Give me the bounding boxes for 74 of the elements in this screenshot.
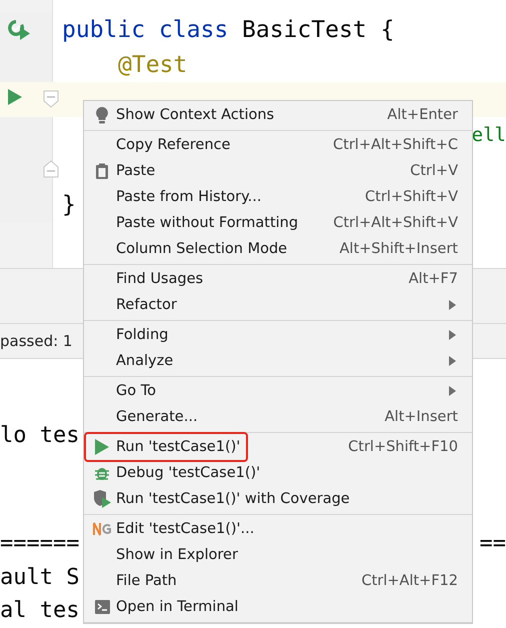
menu-label: Debug 'testCase1()': [116, 465, 260, 481]
clipboard-icon: [95, 162, 109, 180]
menu-item[interactable]: Paste without Formatting Ctrl+Alt+Shift+V: [84, 210, 472, 236]
code-text: public class: [62, 16, 230, 42]
menu-item[interactable]: Show Context Actions Alt+Enter: [84, 102, 472, 128]
status-text: passed: 1: [0, 332, 72, 350]
menu-label: Refactor: [116, 297, 177, 313]
code-text: }: [62, 192, 76, 218]
code-text: BasicTest {: [242, 16, 394, 42]
menu-item[interactable]: Run 'testCase1()' Ctrl+Shift+F10: [84, 434, 472, 460]
submenu-arrow-icon: [449, 300, 456, 310]
menu-label: Generate...: [116, 409, 198, 425]
console-text: ault S: [0, 564, 80, 592]
code-text: ell: [472, 124, 506, 146]
menu-label: Show Context Actions: [116, 107, 274, 123]
console-text: lo tes: [0, 422, 80, 450]
menu-label: Go To: [116, 383, 156, 399]
menu-label: Find Usages: [116, 271, 204, 287]
menu-label: Paste from History...: [116, 189, 262, 205]
run-icon[interactable]: [7, 88, 23, 106]
shortcut-text: Ctrl+V: [410, 163, 458, 179]
menu-item[interactable]: Go To: [84, 378, 472, 404]
menu-label: Run 'testCase1()' with Coverage: [116, 491, 350, 507]
menu-item[interactable]: Debug 'testCase1()': [84, 460, 472, 486]
menu-item[interactable]: Folding: [84, 322, 472, 348]
menu-label: Open in Terminal: [116, 599, 238, 615]
menu-item[interactable]: Show in Explorer: [84, 542, 472, 568]
menu-label: Analyze: [116, 353, 174, 369]
menu-item[interactable]: Paste from History... Ctrl+Shift+V: [84, 184, 472, 210]
bug-icon: [94, 465, 110, 481]
shortcut-text: Alt+F7: [408, 271, 458, 287]
menu-label: Show in Explorer: [116, 547, 238, 563]
testng-icon: [93, 522, 111, 536]
console-text: ======: [0, 530, 80, 558]
coverage-icon: [93, 490, 111, 508]
menu-item[interactable]: Analyze: [84, 348, 472, 374]
menu-label: Run 'testCase1()': [116, 439, 240, 455]
code-text: @Test: [118, 52, 188, 78]
menu-item[interactable]: Find Usages Alt+F7: [84, 266, 472, 292]
menu-item[interactable]: Paste Ctrl+V: [84, 158, 472, 184]
menu-label: Column Selection Mode: [116, 241, 288, 257]
menu-item[interactable]: Column Selection Mode Alt+Shift+Insert: [84, 236, 472, 262]
shortcut-text: Alt+Shift+Insert: [340, 241, 458, 257]
shortcut-text: Ctrl+Shift+V: [365, 189, 458, 205]
run-tests-icon[interactable]: [7, 18, 31, 40]
menu-item[interactable]: File Path Ctrl+Alt+F12: [84, 568, 472, 594]
run-icon: [95, 439, 109, 455]
terminal-icon: [94, 600, 110, 614]
lightbulb-icon: [96, 106, 108, 124]
menu-item[interactable]: Run 'testCase1()' with Coverage: [84, 486, 472, 512]
menu-label: Paste without Formatting: [116, 215, 298, 231]
menu-item[interactable]: Copy Reference Ctrl+Alt+Shift+C: [84, 132, 472, 158]
menu-item[interactable]: Edit 'testCase1()'...: [84, 516, 472, 542]
submenu-arrow-icon: [449, 330, 456, 340]
menu-label: Copy Reference: [116, 137, 230, 153]
menu-label: File Path: [116, 573, 177, 589]
fold-marker-icon[interactable]: [43, 90, 59, 108]
shortcut-text: Ctrl+Alt+Shift+V: [333, 215, 458, 231]
menu-label: Folding: [116, 327, 168, 343]
menu-item[interactable]: Generate... Alt+Insert: [84, 404, 472, 430]
shortcut-text: Ctrl+Alt+F12: [361, 573, 458, 589]
console-text: al tes: [0, 597, 80, 625]
console-text: ==: [480, 530, 506, 558]
submenu-arrow-icon: [449, 356, 456, 366]
menu-label: Paste: [116, 163, 156, 179]
fold-marker-icon[interactable]: [43, 160, 59, 178]
menu-item[interactable]: Refactor: [84, 292, 472, 318]
shortcut-text: Alt+Enter: [387, 107, 458, 123]
submenu-arrow-icon: [449, 386, 456, 396]
shortcut-text: Ctrl+Shift+F10: [348, 439, 458, 455]
menu-item[interactable]: Open in Terminal: [84, 594, 472, 620]
shortcut-text: Ctrl+Alt+Shift+C: [333, 137, 458, 153]
shortcut-text: Alt+Insert: [384, 409, 458, 425]
menu-label: Edit 'testCase1()'...: [116, 521, 254, 537]
